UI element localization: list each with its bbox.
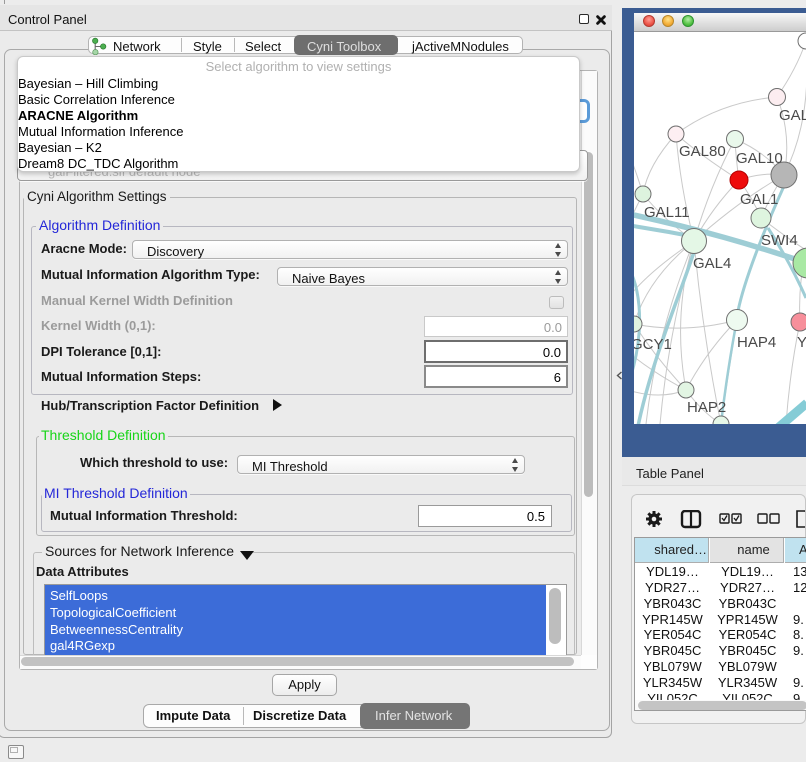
svg-text:GCY1: GCY1 <box>634 336 672 353</box>
svg-text:GAL11: GAL11 <box>644 204 690 221</box>
svg-text:SWI4: SWI4 <box>761 232 798 249</box>
svg-text:GAL10: GAL10 <box>736 150 783 167</box>
svg-text:GAL: GAL <box>779 107 806 124</box>
svg-text:Y: Y <box>797 334 806 351</box>
svg-text:HAP4: HAP4 <box>737 334 776 351</box>
svg-text:GAL4: GAL4 <box>693 255 731 272</box>
svg-text:GAL80: GAL80 <box>679 143 726 160</box>
svg-text:GAL1: GAL1 <box>740 191 778 208</box>
svg-text:HAP2: HAP2 <box>687 399 726 416</box>
